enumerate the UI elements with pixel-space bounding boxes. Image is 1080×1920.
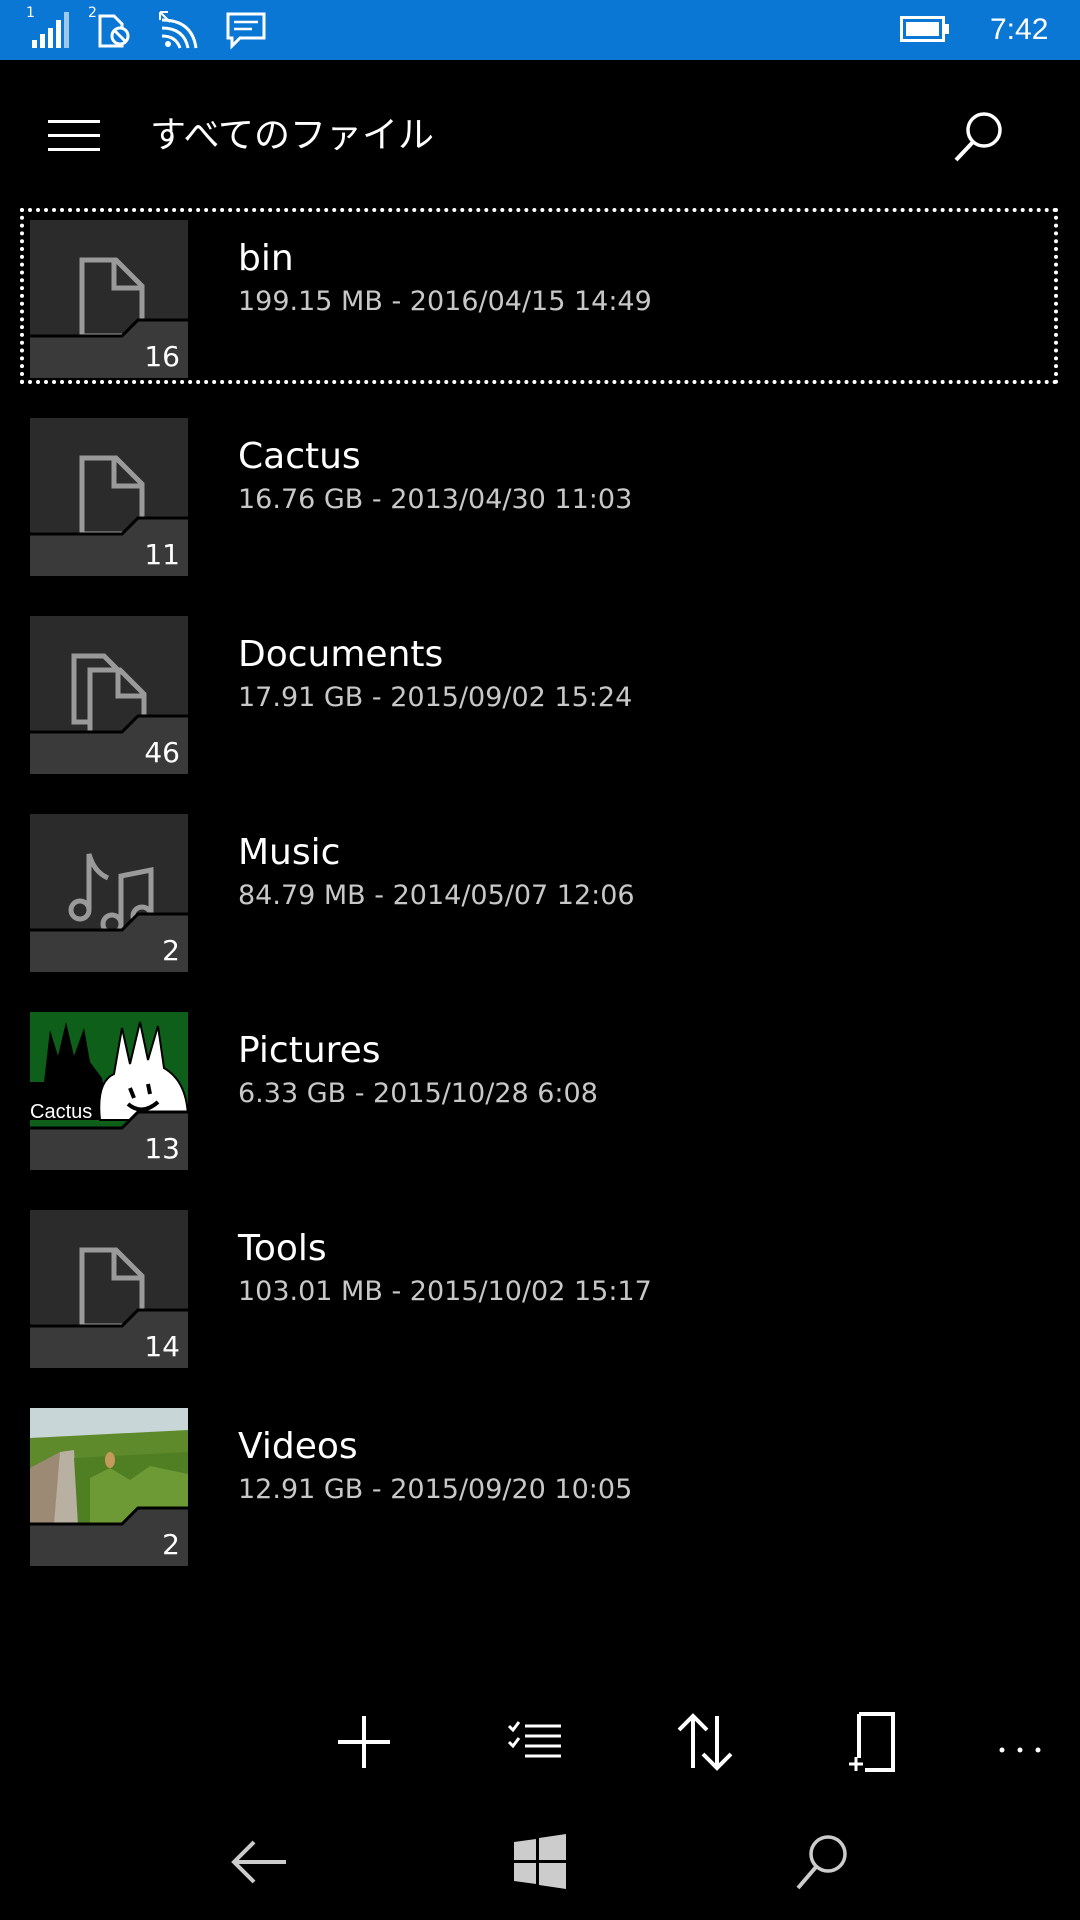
list-item-tools[interactable]: 14 Tools 103.01 MB - 2015/10/02 15:17 <box>22 1200 1056 1372</box>
item-count: 2 <box>162 1528 180 1561</box>
item-count: 13 <box>144 1132 180 1165</box>
file-name: bin <box>238 238 294 279</box>
thumbnail-logo-text: Cactus <box>30 1101 92 1123</box>
list-item-bin[interactable]: 16 bin 199.15 MB - 2016/04/15 14:49 <box>20 208 1058 384</box>
message-icon <box>224 10 268 50</box>
signal-icon: 1 <box>26 6 70 50</box>
status-icons: 1 2 <box>26 6 268 54</box>
list-item-documents[interactable]: 46 Documents 17.91 GB - 2015/09/02 15:24 <box>22 606 1056 778</box>
list-item-music[interactable]: 2 Music 84.79 MB - 2014/05/07 12:06 <box>22 804 1056 976</box>
file-meta: 199.15 MB - 2016/04/15 14:49 <box>238 286 652 317</box>
select-list-icon[interactable] <box>503 1710 567 1774</box>
file-meta: 84.79 MB - 2014/05/07 12:06 <box>238 880 635 911</box>
file-name: Tools <box>238 1228 327 1269</box>
status-bar: 1 2 7:42 <box>0 0 1080 60</box>
item-count: 2 <box>162 934 180 967</box>
sim2-data-icon: 2 <box>88 6 136 50</box>
item-count: 16 <box>144 340 180 373</box>
wifi-icon <box>158 10 202 50</box>
folder-thumbnail: 16 <box>30 220 188 378</box>
new-file-icon[interactable] <box>843 1710 907 1774</box>
folder-thumbnail: 2 <box>30 814 188 972</box>
app-header: すべてのファイル <box>0 60 1080 210</box>
folder-thumbnail: 46 <box>30 616 188 774</box>
folder-thumbnail: 14 <box>30 1210 188 1368</box>
folder-thumbnail: Cactus 13 <box>30 1012 188 1170</box>
battery-icon <box>900 16 950 42</box>
back-icon[interactable] <box>228 1830 292 1894</box>
search-icon[interactable] <box>790 1830 854 1894</box>
more-icon[interactable] <box>988 1710 1052 1774</box>
sort-icon[interactable] <box>673 1710 737 1774</box>
file-meta: 16.76 GB - 2013/04/30 11:03 <box>238 484 633 515</box>
page-title: すべてのファイル <box>150 115 435 156</box>
item-count: 46 <box>144 736 180 769</box>
list-item-cactus[interactable]: 11 Cactus 16.76 GB - 2013/04/30 11:03 <box>22 408 1056 580</box>
list-item-videos[interactable]: 2 Videos 12.91 GB - 2015/09/20 10:05 <box>22 1398 1056 1570</box>
file-meta: 103.01 MB - 2015/10/02 15:17 <box>238 1276 652 1307</box>
command-bar <box>0 1700 1080 1780</box>
add-icon[interactable] <box>332 1710 396 1774</box>
folder-thumbnail: 11 <box>30 418 188 576</box>
file-meta: 6.33 GB - 2015/10/28 6:08 <box>238 1078 598 1109</box>
file-meta: 12.91 GB - 2015/09/20 10:05 <box>238 1474 633 1505</box>
list-item-pictures[interactable]: Cactus 13 Pictures 6.33 GB - 2015/10/28 … <box>22 1002 1056 1174</box>
file-name: Documents <box>238 634 444 675</box>
file-name: Videos <box>238 1426 358 1467</box>
windows-icon[interactable] <box>508 1830 572 1894</box>
folder-thumbnail: 2 <box>30 1408 188 1566</box>
hamburger-icon[interactable] <box>48 118 100 154</box>
file-meta: 17.91 GB - 2015/09/02 15:24 <box>238 682 633 713</box>
navigation-bar <box>0 1800 1080 1920</box>
clock: 7:42 <box>990 13 1049 46</box>
file-name: Pictures <box>238 1030 381 1071</box>
item-count: 14 <box>144 1330 180 1363</box>
search-icon[interactable] <box>952 108 1008 164</box>
file-name: Cactus <box>238 436 361 477</box>
file-name: Music <box>238 832 341 873</box>
item-count: 11 <box>144 538 180 571</box>
